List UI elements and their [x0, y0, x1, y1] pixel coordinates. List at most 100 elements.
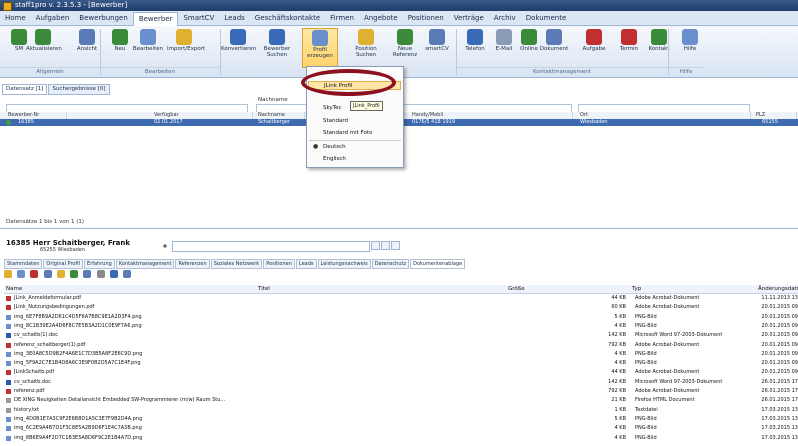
column-header-bewerber-nr[interactable]: Bewerber-Nr — [6, 112, 67, 119]
menu-tab-angebote[interactable]: Angebote — [359, 12, 403, 25]
nav-add-icon[interactable] — [381, 241, 390, 250]
file-row[interactable]: JLinkSchaitb.pdf 44 KB Adobe Acrobat-Dokum… — [0, 369, 798, 377]
menu-item-skytec[interactable]: SkyTec — [323, 105, 342, 111]
ribbon-button-smartcv[interactable]: smartCV — [420, 28, 454, 66]
candidate-selector[interactable] — [172, 241, 370, 252]
file-row[interactable]: img_4D0B1E7A3C9F2E6B8D1A5C3E7F9B2D4A.png… — [0, 416, 798, 424]
ribbon-button-ansicht[interactable]: Ansicht — [70, 28, 104, 66]
refresh-icon[interactable] — [109, 270, 118, 278]
file-row[interactable]: DE XING Neuigkeiten Detailansicht Embedd… — [0, 397, 798, 405]
tab-datensatz[interactable]: Datensatz [1] — [2, 84, 48, 95]
detail-tab-datenschutz[interactable]: Datenschutz — [371, 259, 410, 269]
ribbon-button-kontakt[interactable]: Kontakt — [642, 28, 676, 66]
menu-tab-vertr-ge[interactable]: Verträge — [449, 12, 489, 25]
ribbon-button-aufgabe[interactable]: Aufgabe — [577, 28, 611, 66]
menu-tab-home[interactable]: Home — [0, 12, 31, 25]
file-row[interactable]: img_8B6E9A4F2D7C1B3E5A8D6F9C2E1B4A7D.png… — [0, 435, 798, 443]
file-header-title[interactable]: Titel — [256, 285, 507, 294]
ribbon-button-konvertieren[interactable]: Konvertieren — [221, 28, 256, 66]
cell-bewerber-nr[interactable]: 16385 — [16, 119, 34, 126]
edit-icon[interactable] — [43, 270, 52, 278]
file-header-date[interactable]: Änderungsdatum — [756, 285, 798, 294]
menu-tab-leads[interactable]: Leads — [219, 12, 249, 25]
list-icon[interactable] — [96, 270, 105, 278]
view-icon[interactable] — [83, 270, 92, 278]
ribbon-button-dokument[interactable]: Dokument — [537, 28, 571, 66]
file-row[interactable]: img_3E0A8C5D9B2F4A6E1C7D3B5A8F2E6C9D.png… — [0, 351, 798, 359]
menu-tab-firmen[interactable]: Firmen — [325, 12, 359, 25]
ribbon-button-termin[interactable]: Termin — [612, 28, 646, 66]
file-row[interactable]: history.txt 1 KB Textdatei 17.03.2015 13 — [0, 407, 798, 415]
ribbon-button-position-suchen[interactable]: Position Suchen — [349, 28, 383, 66]
file-row[interactable]: img_5F9A2C7E1B4D8A6C3E9F0B2D5A7C1E4F.png… — [0, 360, 798, 368]
menu-tab-bewerbungen[interactable]: Bewerbungen — [74, 12, 133, 25]
file-name: cv_schaitb.doc — [14, 378, 51, 385]
menu-tab-archiv[interactable]: Archiv — [489, 12, 521, 25]
cell-verfuegbar[interactable]: 02.01.2017 — [152, 119, 183, 126]
file-date: 20.01.2015 09 — [761, 360, 798, 367]
menu-tab-bewerber[interactable]: Bewerber — [132, 12, 179, 26]
menu-tab-aufgaben[interactable]: Aufgaben — [31, 12, 75, 25]
menu-item-standard-mit-foto[interactable]: Standard mit Foto — [323, 130, 372, 136]
menu-item-englisch[interactable]: Englisch — [323, 156, 346, 162]
file-row[interactable]: cv_schaitb(1).doc 142 KB Microsoft Word 97… — [0, 332, 798, 340]
ribbon-button-bearbeiten[interactable]: Bearbeiten — [131, 28, 165, 66]
column-header-ort[interactable]: Ort — [578, 112, 751, 119]
menu-tab-positionen[interactable]: Positionen — [403, 12, 449, 25]
file-type-icon — [6, 296, 11, 301]
open-icon[interactable] — [17, 270, 26, 278]
file-row[interactable]: referenz.pdf 792 KB Adobe Acrobat-Dokument… — [0, 388, 798, 396]
tab-suchergebnisse[interactable]: Suchergebnisse [0] — [48, 84, 110, 95]
folder-icon[interactable] — [56, 270, 65, 278]
column-header-handy[interactable]: Handy/Mobil — [410, 112, 573, 119]
column-header-nachname[interactable]: Nachname — [256, 112, 305, 119]
file-header-size[interactable]: Größe — [506, 285, 631, 294]
file-row[interactable]: JLink_Anmeldeformular.pdf 44 KB Adobe Acro… — [0, 295, 798, 303]
file-row[interactable]: img_6C2E9A4B7D1F3C8E5A2B9D6F1E4C7A3B.png… — [0, 425, 798, 433]
detail-tab-soziales-netzwerk[interactable]: Soziales Netzwerk — [210, 259, 263, 269]
expand-icon[interactable] — [162, 243, 168, 249]
detail-tab-erfahrung[interactable]: Erfahrung — [84, 259, 115, 269]
menu-tab-dokumente[interactable]: Dokumente — [521, 12, 572, 25]
ribbon-button-bewerber-suchen[interactable]: Bewerber Suchen — [260, 28, 294, 66]
cell-handy[interactable]: 0176/5 418 1919 — [410, 119, 455, 126]
menu-item-deutsch[interactable]: Deutsch — [323, 144, 346, 150]
detail-tab-kontaktmanagement[interactable]: Kontaktmanagement — [115, 259, 175, 269]
file-row[interactable]: img_6E7F8B9A2D61C4D5F6A7B8C9E1A2D3F4.png… — [0, 314, 798, 322]
file-size: 792 KB — [608, 388, 626, 394]
file-row[interactable]: cv_schaitb.doc 142 KB Microsoft Word 97-20… — [0, 379, 798, 387]
menu-tab-smartcv[interactable]: SmartCV — [178, 12, 219, 25]
ribbon-button-hilfe[interactable]: Hilfe — [673, 28, 707, 66]
filter-column-header[interactable]: Nachname — [256, 96, 309, 104]
detail-tab-dokumentenablage[interactable]: Dokumentenablage — [410, 259, 466, 269]
cell-plz[interactable]: 65255 — [760, 119, 778, 126]
nav-prev-icon[interactable] — [371, 241, 380, 250]
file-row[interactable]: img_8C1B39E2A4D6F8C7E5B3A2D1C0E9F7A6.png… — [0, 323, 798, 331]
detail-tab-leads[interactable]: Leads — [295, 259, 317, 269]
detail-tab-original-profil[interactable]: Original Profil — [43, 259, 84, 269]
scan-icon[interactable] — [123, 270, 132, 278]
column-header-plz[interactable]: PLZ — [754, 112, 797, 119]
delete-icon[interactable] — [30, 270, 39, 278]
file-row[interactable]: JLink_Nutzungsbedingungen.pdf 60 KB Adobe … — [0, 304, 798, 312]
file-header-type[interactable]: Typ — [630, 285, 757, 294]
file-row[interactable]: referenz_schaitberger(1).pdf 792 KB Adobe … — [0, 342, 798, 350]
menu-item-standard[interactable]: Standard — [323, 118, 348, 124]
detail-tab-referenzen[interactable]: Referenzen — [175, 259, 210, 269]
cell-ort[interactable]: Wiesbaden — [578, 119, 608, 126]
detail-tab-positionen[interactable]: Positionen — [263, 259, 295, 269]
file-header-name[interactable]: Name — [4, 285, 257, 294]
detail-tab-leistungsnachweis[interactable]: Leistungsnachweis — [317, 259, 371, 269]
cell-nachname[interactable]: Schaitberger — [256, 119, 290, 126]
column-header-verfuegbar[interactable]: Verfügbar — [152, 112, 253, 119]
upload-icon[interactable] — [70, 270, 79, 278]
detail-tab-stammdaten[interactable]: Stammdaten — [4, 259, 43, 269]
ribbon-button-profil-erzeugen[interactable]: Profil erzeugen — [302, 28, 338, 68]
ribbon-button-aktualisieren[interactable]: Aktualisieren — [26, 28, 62, 66]
file-type: Adobe Acrobat-Dokument — [635, 341, 700, 348]
new-folder-icon[interactable] — [4, 270, 12, 278]
menu-tab-gesch-ftskontakte[interactable]: Geschäftskontakte — [250, 12, 325, 25]
ribbon-button-neue-referenz[interactable]: Neue Referenz — [388, 28, 422, 66]
ribbon-button-import-export[interactable]: Import/Export — [167, 28, 205, 66]
nav-next-icon[interactable] — [391, 241, 400, 250]
